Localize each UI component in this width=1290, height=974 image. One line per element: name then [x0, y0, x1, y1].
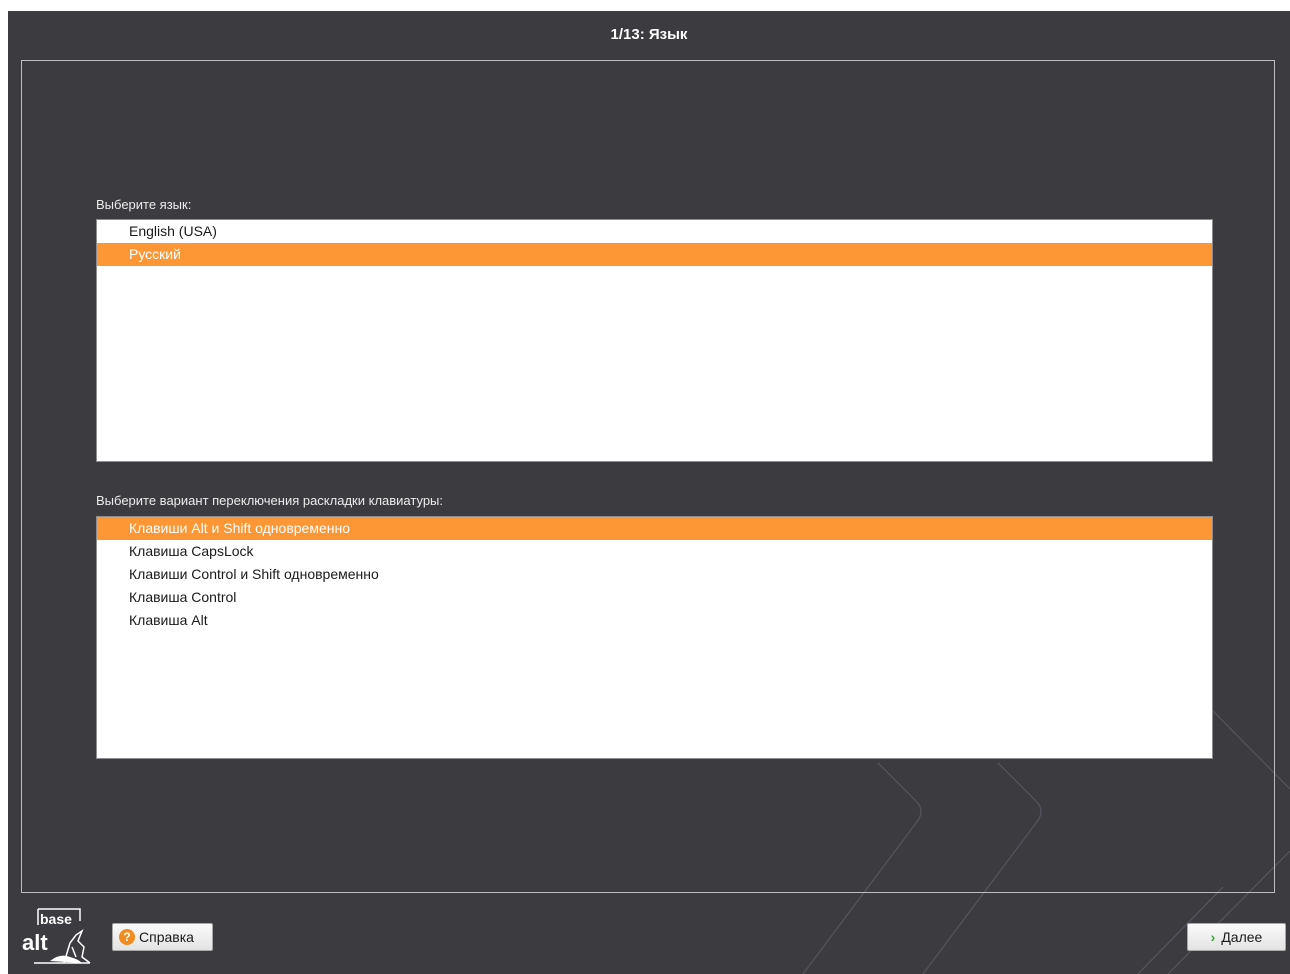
language-list[interactable]: English (USA) Русский: [96, 219, 1213, 462]
language-label: Выберите язык:: [96, 197, 192, 212]
keyboard-option[interactable]: Клавиша CapsLock: [97, 540, 1212, 563]
question-icon: ?: [119, 929, 135, 945]
help-button[interactable]: ? Справка: [112, 923, 213, 951]
content-frame: [21, 60, 1275, 893]
keyboard-layout-label: Выберите вариант переключения раскладки …: [96, 493, 444, 508]
language-option-selected[interactable]: Русский: [97, 243, 1212, 266]
basealt-logo: base alt: [22, 908, 91, 964]
next-button[interactable]: › Далее: [1187, 923, 1286, 951]
language-option[interactable]: English (USA): [97, 220, 1212, 243]
chevron-right-icon: ›: [1210, 929, 1216, 945]
help-button-label: Справка: [139, 929, 194, 945]
next-button-label: Далее: [1221, 929, 1263, 945]
keyboard-option-selected[interactable]: Клавиши Alt и Shift одновременно: [97, 517, 1212, 540]
installer-window: 1/13: Язык Выберите язык: English (USA) …: [8, 11, 1290, 974]
logo-text-top: base: [40, 911, 72, 927]
window-title: 1/13: Язык: [610, 26, 688, 43]
keyboard-option[interactable]: Клавиша Alt: [97, 609, 1212, 632]
keyboard-option[interactable]: Клавиша Control: [97, 586, 1212, 609]
logo-text-bottom: alt: [22, 930, 48, 955]
keyboard-layout-list[interactable]: Клавиши Alt и Shift одновременно Клавиша…: [96, 516, 1213, 759]
keyboard-option[interactable]: Клавиши Control и Shift одновременно: [97, 563, 1212, 586]
